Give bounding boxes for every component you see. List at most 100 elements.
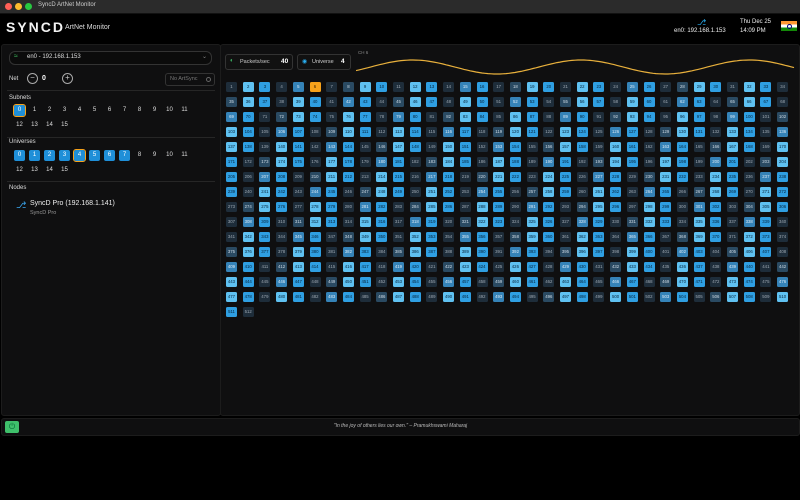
channel-cell-421[interactable]: 421	[426, 262, 438, 272]
channel-cell-104[interactable]: 104	[242, 127, 254, 137]
channel-cell-90[interactable]: 90	[576, 112, 588, 122]
channel-cell-258[interactable]: 258	[543, 187, 555, 197]
subnet-chip-14[interactable]: 14	[44, 120, 55, 131]
channel-cell-89[interactable]: 89	[560, 112, 571, 122]
channel-cell-495[interactable]: 495	[526, 292, 538, 302]
channel-cell-121[interactable]: 121	[526, 127, 538, 137]
universe-chip-7[interactable]: 7	[119, 150, 130, 161]
channel-cell-444[interactable]: 444	[242, 277, 254, 287]
channel-cell-292[interactable]: 292	[543, 202, 555, 212]
channel-cell-73[interactable]: 73	[292, 112, 304, 122]
channel-cell-265[interactable]: 265	[660, 187, 672, 197]
channel-cell-126[interactable]: 126	[610, 127, 622, 137]
channel-cell-486[interactable]: 486	[376, 292, 388, 302]
channel-cell-52[interactable]: 52	[509, 97, 521, 107]
channel-cell-344[interactable]: 344	[276, 232, 288, 242]
channel-cell-409[interactable]: 409	[226, 262, 237, 272]
channel-cell-340[interactable]: 340	[777, 217, 789, 227]
channel-cell-277[interactable]: 277	[292, 202, 304, 212]
channel-cell-453[interactable]: 453	[393, 277, 404, 287]
channel-cell-332[interactable]: 332	[643, 217, 655, 227]
channel-cell-290[interactable]: 290	[509, 202, 521, 212]
channel-cell-224[interactable]: 224	[543, 172, 555, 182]
channel-cell-17[interactable]: 17	[493, 82, 505, 92]
channel-cell-155[interactable]: 155	[526, 142, 538, 152]
channel-cell-160[interactable]: 160	[610, 142, 622, 152]
channel-cell-386[interactable]: 386	[409, 247, 421, 257]
universe-chip-4[interactable]: 4	[73, 149, 86, 162]
channel-cell-316[interactable]: 316	[376, 217, 388, 227]
channel-cell-305[interactable]: 305	[760, 202, 772, 212]
channel-cell-192[interactable]: 192	[576, 157, 588, 167]
channel-cell-223[interactable]: 223	[526, 172, 538, 182]
channel-cell-206[interactable]: 206	[242, 172, 254, 182]
channel-cell-6[interactable]: 6	[309, 82, 321, 92]
channel-cell-233[interactable]: 233	[693, 172, 705, 182]
channel-cell-321[interactable]: 321	[459, 217, 471, 227]
channel-cell-204[interactable]: 204	[777, 157, 789, 167]
channel-cell-142[interactable]: 142	[309, 142, 321, 152]
channel-cell-294[interactable]: 294	[576, 202, 588, 212]
channel-cell-468[interactable]: 468	[643, 277, 655, 287]
channel-cell-151[interactable]: 151	[459, 142, 471, 152]
channel-cell-75[interactable]: 75	[326, 112, 338, 122]
channel-cell-153[interactable]: 153	[493, 142, 505, 152]
channel-cell-234[interactable]: 234	[710, 172, 722, 182]
channel-cell-57[interactable]: 57	[593, 97, 605, 107]
channel-cell-13[interactable]: 13	[426, 82, 438, 92]
channel-cell-26[interactable]: 26	[643, 82, 655, 92]
subnet-chip-6[interactable]: 6	[104, 105, 115, 116]
channel-cell-173[interactable]: 173	[259, 157, 271, 167]
channel-cell-323[interactable]: 323	[493, 217, 505, 227]
universe-chip-3[interactable]: 3	[59, 150, 70, 161]
subnet-chip-10[interactable]: 10	[164, 105, 175, 116]
channel-cell-474[interactable]: 474	[743, 277, 755, 287]
channel-cell-311[interactable]: 311	[292, 217, 304, 227]
channel-cell-225[interactable]: 225	[560, 172, 571, 182]
channel-cell-102[interactable]: 102	[777, 112, 789, 122]
channel-cell-255[interactable]: 255	[493, 187, 505, 197]
channel-cell-349[interactable]: 349	[359, 232, 371, 242]
channel-cell-94[interactable]: 94	[643, 112, 655, 122]
channel-cell-449[interactable]: 449	[326, 277, 338, 287]
channel-cell-115[interactable]: 115	[426, 127, 438, 137]
channel-cell-510[interactable]: 510	[777, 292, 789, 302]
channel-cell-161[interactable]: 161	[626, 142, 638, 152]
channel-cell-137[interactable]: 137	[226, 142, 237, 152]
channel-cell-65[interactable]: 65	[727, 97, 738, 107]
channel-cell-271[interactable]: 271	[760, 187, 772, 197]
channel-cell-107[interactable]: 107	[292, 127, 304, 137]
channel-cell-464[interactable]: 464	[576, 277, 588, 287]
channel-cell-85[interactable]: 85	[493, 112, 505, 122]
channel-cell-427[interactable]: 427	[526, 262, 538, 272]
channel-cell-463[interactable]: 463	[560, 277, 571, 287]
channel-cell-279[interactable]: 279	[326, 202, 338, 212]
channel-cell-400[interactable]: 400	[643, 247, 655, 257]
channel-cell-372[interactable]: 372	[743, 232, 755, 242]
channel-cell-392[interactable]: 392	[509, 247, 521, 257]
channel-cell-466[interactable]: 466	[610, 277, 622, 287]
channel-cell-64[interactable]: 64	[710, 97, 722, 107]
channel-cell-120[interactable]: 120	[509, 127, 521, 137]
channel-cell-419[interactable]: 419	[393, 262, 404, 272]
channel-cell-278[interactable]: 278	[309, 202, 321, 212]
channel-cell-77[interactable]: 77	[359, 112, 371, 122]
channel-cell-140[interactable]: 140	[276, 142, 288, 152]
channel-cell-471[interactable]: 471	[693, 277, 705, 287]
channel-cell-145[interactable]: 145	[359, 142, 371, 152]
channel-cell-346[interactable]: 346	[309, 232, 321, 242]
subnet-chip-11[interactable]: 11	[179, 105, 190, 116]
channel-cell-306[interactable]: 306	[777, 202, 789, 212]
channel-cell-18[interactable]: 18	[509, 82, 521, 92]
channel-cell-190[interactable]: 190	[543, 157, 555, 167]
channel-cell-425[interactable]: 425	[493, 262, 505, 272]
channel-cell-81[interactable]: 81	[426, 112, 438, 122]
universe-chip-1[interactable]: 1	[29, 150, 40, 161]
channel-cell-457[interactable]: 457	[459, 277, 471, 287]
minimize-window-button[interactable]	[15, 3, 22, 10]
channel-cell-358[interactable]: 358	[509, 232, 521, 242]
channel-cell-86[interactable]: 86	[509, 112, 521, 122]
channel-cell-92[interactable]: 92	[610, 112, 622, 122]
channel-cell-262[interactable]: 262	[610, 187, 622, 197]
channel-cell-60[interactable]: 60	[643, 97, 655, 107]
